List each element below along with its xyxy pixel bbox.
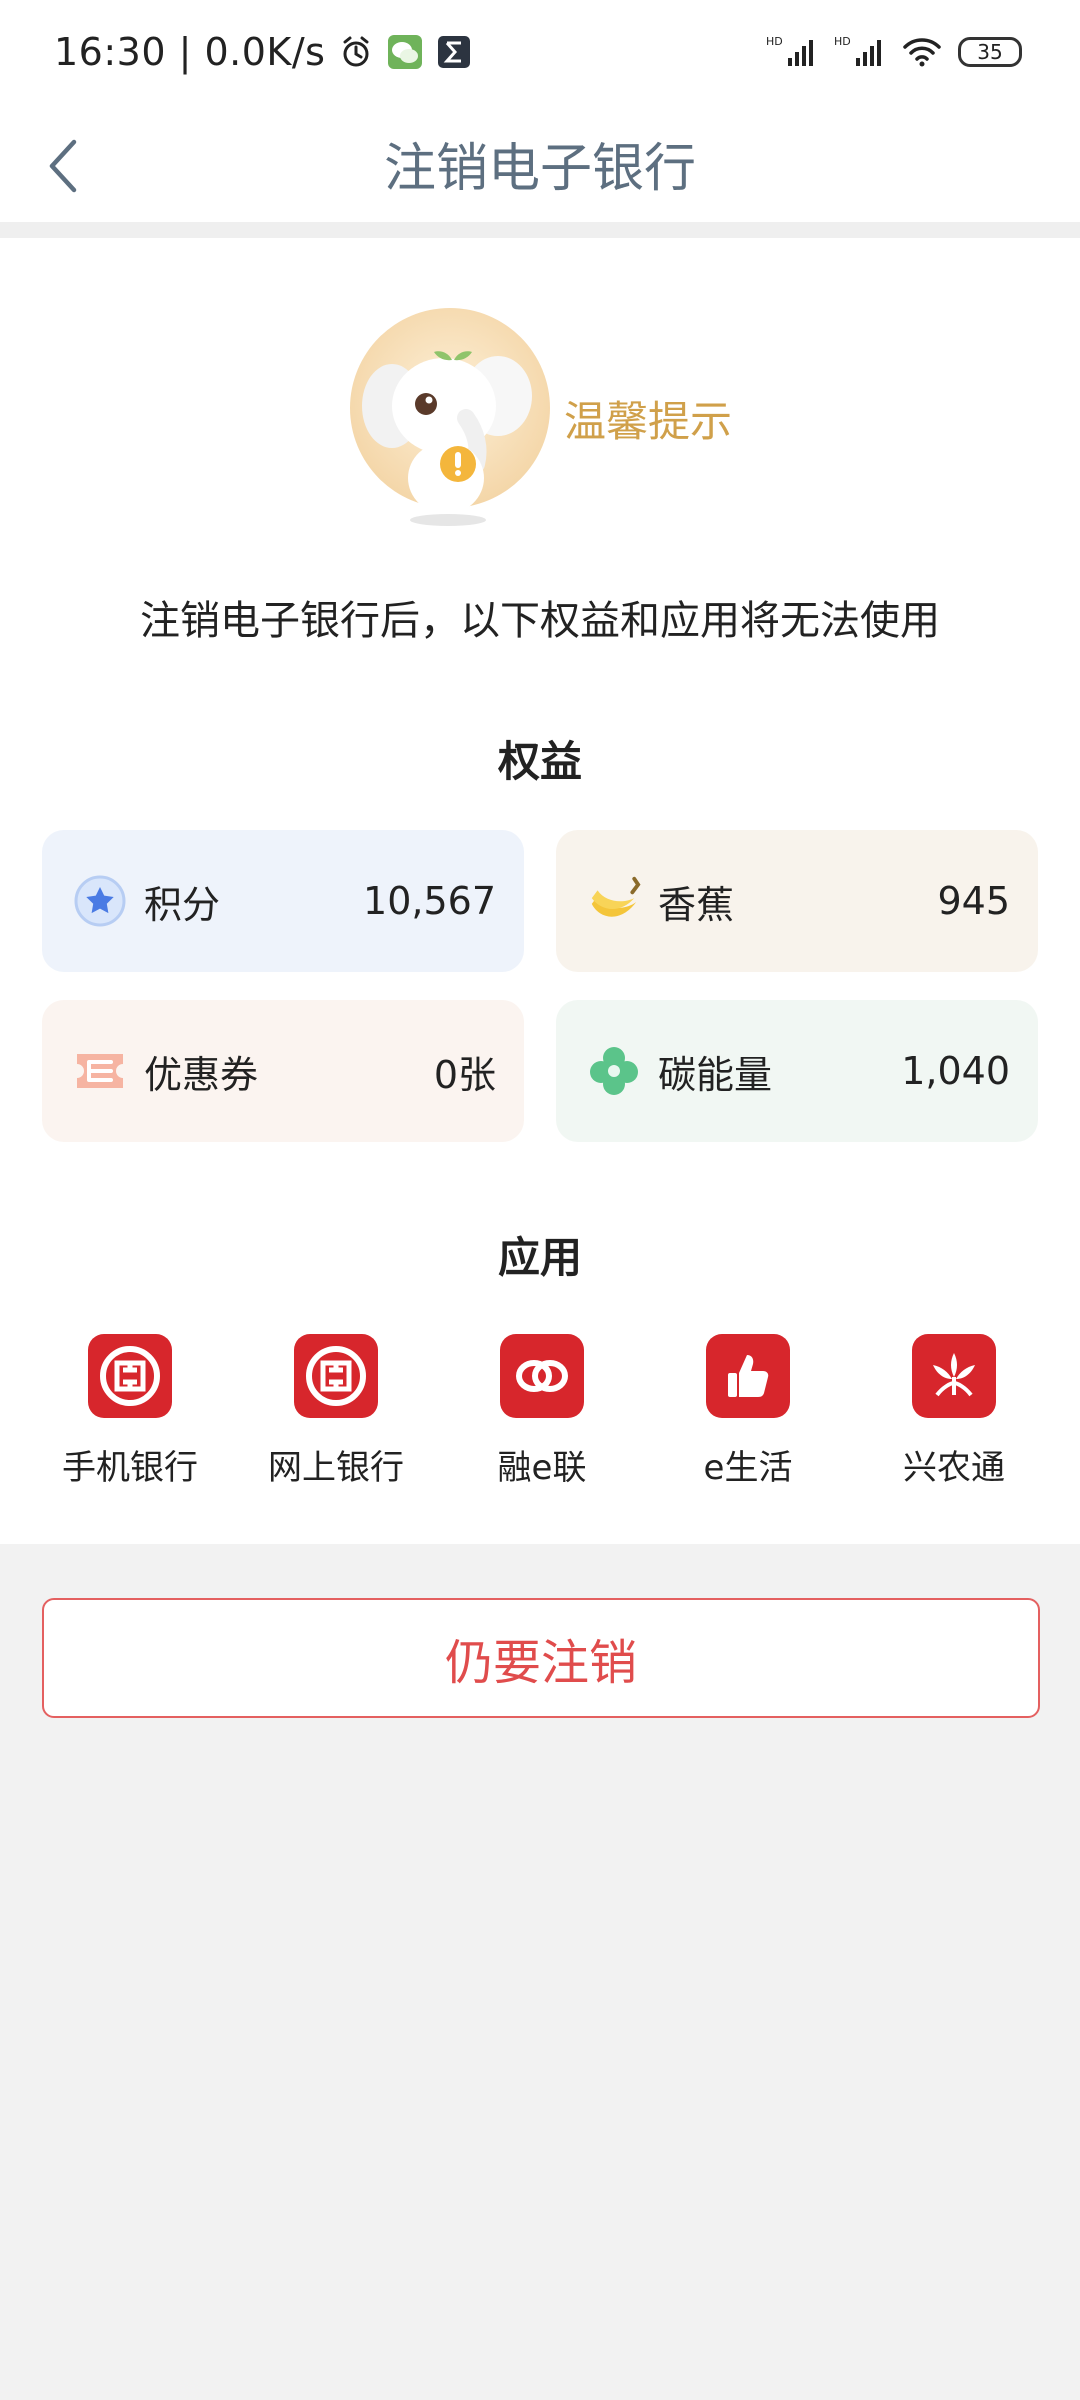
wifi-icon xyxy=(902,36,942,68)
thumbs-up-icon xyxy=(706,1334,790,1418)
benefit-label: 积分 xyxy=(144,882,221,927)
battery-level: 35 xyxy=(977,40,1003,64)
sigma-icon xyxy=(437,35,471,69)
main-card: 温馨提示 注销电子银行后，以下权益和应用将无法使用 权益 积分 10,567 香… xyxy=(0,238,1080,1544)
tip-title: 温馨提示 xyxy=(564,397,733,446)
benefit-card-banana[interactable]: 香蕉 945 xyxy=(556,830,1038,972)
rong-e-lian-icon xyxy=(500,1334,584,1418)
benefit-card-points[interactable]: 积分 10,567 xyxy=(42,830,524,972)
app-rong-e-lian[interactable]: 融e联 xyxy=(439,1334,645,1489)
benefit-value: 10,567 xyxy=(363,879,496,923)
battery-icon: 35 xyxy=(958,37,1022,67)
app-label: 手机银行 xyxy=(62,1448,198,1488)
status-left: 16:30 | 0.0K/s xyxy=(54,30,471,74)
elephant-mascot-icon xyxy=(348,308,552,528)
svg-text:HD: HD xyxy=(834,35,851,48)
benefit-label: 香蕉 xyxy=(658,882,735,927)
notice-text: 注销电子银行后，以下权益和应用将无法使用 xyxy=(140,598,940,644)
icbc-logo-icon xyxy=(294,1334,378,1418)
app-label: 网上银行 xyxy=(268,1448,404,1488)
hd-signal-icon: HD xyxy=(766,34,818,70)
status-time-speed: 16:30 | 0.0K/s xyxy=(54,30,326,74)
benefit-card-carbon[interactable]: 碳能量 1,040 xyxy=(556,1000,1038,1142)
app-mobile-banking[interactable]: 手机银行 xyxy=(27,1334,233,1489)
star-badge-icon xyxy=(72,873,128,929)
benefits-section-title: 权益 xyxy=(0,728,1080,797)
benefits-title-text: 权益 xyxy=(487,728,593,797)
page-title: 注销电子银行 xyxy=(383,139,696,199)
alarm-icon xyxy=(339,35,373,69)
app-e-life[interactable]: e生活 xyxy=(645,1334,851,1489)
app-xingnongtong[interactable]: 兴农通 xyxy=(851,1334,1057,1489)
benefit-label: 优惠券 xyxy=(144,1052,259,1097)
coupon-icon xyxy=(72,1043,128,1099)
app-online-banking[interactable]: 网上银行 xyxy=(233,1334,439,1489)
hd-signal-icon: HD xyxy=(834,34,886,70)
benefit-card-coupon[interactable]: 优惠券 0张 xyxy=(42,1000,524,1142)
status-bar: 16:30 | 0.0K/s HD HD 35 xyxy=(0,0,1080,112)
header: 注销电子银行 xyxy=(0,112,1080,222)
app-label: 兴农通 xyxy=(903,1448,1005,1488)
xingnongtong-icon xyxy=(912,1334,996,1418)
apps-title-text: 应用 xyxy=(487,1224,593,1293)
apps-section-title: 应用 xyxy=(0,1224,1080,1293)
clover-icon xyxy=(586,1043,642,1099)
apps-row: 手机银行 网上银行 融e联 e生活 兴农通 xyxy=(0,1334,1080,1489)
svg-text:HD: HD xyxy=(766,35,783,48)
benefit-label: 碳能量 xyxy=(658,1052,773,1097)
wechat-icon xyxy=(387,34,423,70)
app-label: e生活 xyxy=(703,1448,793,1488)
status-right: HD HD 35 xyxy=(766,34,1022,70)
benefit-value: 1,040 xyxy=(901,1049,1010,1093)
app-label: 融e联 xyxy=(497,1448,587,1488)
banana-icon xyxy=(586,873,642,929)
confirm-cancel-button[interactable]: 仍要注销 xyxy=(42,1598,1040,1718)
icbc-logo-icon xyxy=(88,1334,172,1418)
divider xyxy=(0,222,1080,238)
benefit-value: 0张 xyxy=(433,1052,496,1097)
benefit-value: 945 xyxy=(937,879,1010,923)
